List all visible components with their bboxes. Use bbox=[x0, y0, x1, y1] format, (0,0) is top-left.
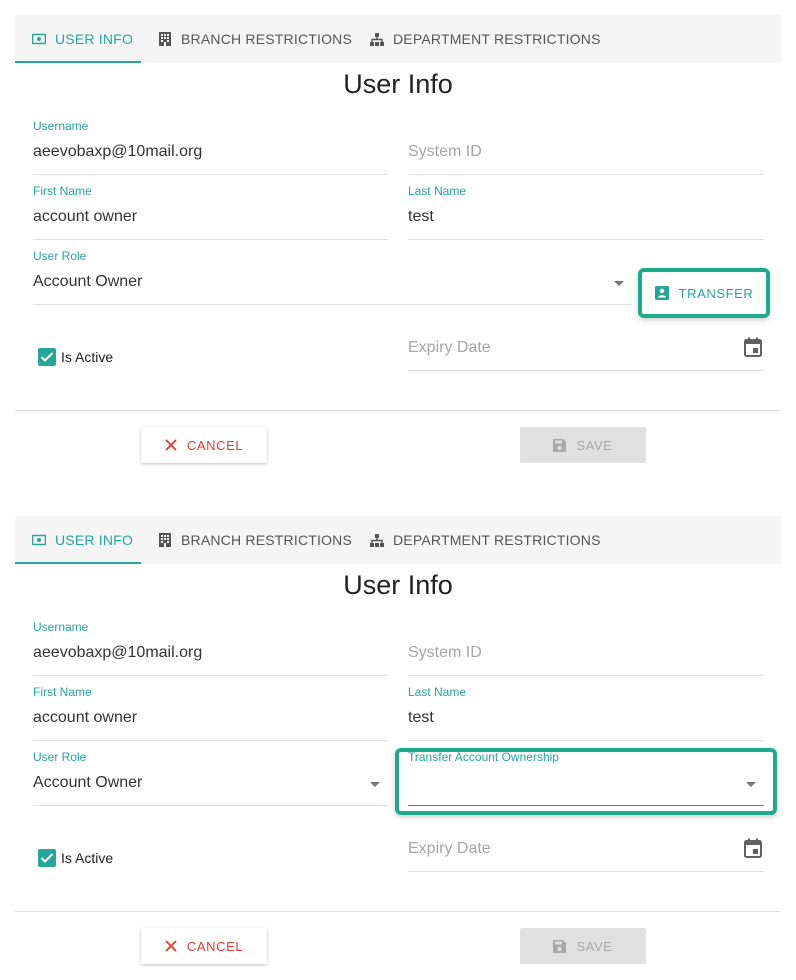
tab-bar: USER INFO BRANCH RESTRICTIONS DEPARTMENT… bbox=[15, 15, 781, 63]
tab-label: DEPARTMENT RESTRICTIONS bbox=[393, 31, 601, 47]
system-id-placeholder: System ID bbox=[408, 143, 482, 160]
user-role-value: Account Owner bbox=[33, 774, 143, 791]
last-name-value: test bbox=[408, 709, 434, 726]
dropdown-arrow-icon bbox=[614, 281, 624, 286]
tab-department-restrictions[interactable]: DEPARTMENT RESTRICTIONS bbox=[370, 15, 601, 63]
dropdown-arrow-icon bbox=[746, 782, 756, 787]
account-box-icon bbox=[654, 286, 669, 300]
transfer-label: TRANSFER bbox=[678, 285, 754, 301]
checkbox-checked-icon bbox=[38, 849, 56, 867]
is-active-checkbox[interactable]: Is Active bbox=[38, 348, 113, 366]
divider bbox=[15, 410, 781, 411]
cancel-button[interactable]: CANCEL bbox=[141, 928, 267, 964]
transfer-button[interactable]: TRANSFER bbox=[642, 272, 766, 314]
tab-label: BRANCH RESTRICTIONS bbox=[181, 532, 353, 548]
save-label: SAVE bbox=[576, 938, 613, 954]
last-name-label: Last Name bbox=[408, 685, 467, 699]
expiry-date-placeholder: Expiry Date bbox=[408, 339, 491, 356]
tab-user-info[interactable]: USER INFO bbox=[15, 15, 141, 63]
tab-branch-restrictions[interactable]: BRANCH RESTRICTIONS bbox=[158, 516, 352, 564]
is-active-label: Is Active bbox=[61, 349, 114, 365]
username-label: Username bbox=[33, 620, 89, 634]
tab-department-restrictions[interactable]: DEPARTMENT RESTRICTIONS bbox=[370, 516, 601, 564]
cancel-label: CANCEL bbox=[186, 938, 244, 954]
id-card-icon bbox=[32, 32, 46, 46]
page-title: User Info bbox=[343, 69, 453, 99]
user-role-value: Account Owner bbox=[33, 273, 143, 290]
user-role-label: User Role bbox=[33, 249, 87, 263]
close-icon bbox=[165, 439, 177, 451]
username-field[interactable]: Username aeevobaxp@10mail.org bbox=[33, 620, 388, 676]
save-label: SAVE bbox=[576, 437, 613, 453]
calendar-icon[interactable] bbox=[744, 337, 762, 362]
first-name-field[interactable]: First Name account owner bbox=[33, 685, 388, 741]
expiry-date-field[interactable]: Expiry Date bbox=[408, 816, 764, 872]
last-name-field[interactable]: Last Name test bbox=[408, 685, 764, 741]
expiry-date-field[interactable]: Expiry Date bbox=[408, 315, 764, 371]
first-name-value: account owner bbox=[33, 208, 138, 225]
username-label: Username bbox=[33, 119, 89, 133]
system-id-placeholder: System ID bbox=[408, 644, 482, 661]
id-card-icon bbox=[32, 533, 46, 547]
user-role-select[interactable]: User Role Account Owner bbox=[33, 750, 388, 806]
tab-label: USER INFO bbox=[55, 532, 134, 548]
first-name-label: First Name bbox=[33, 184, 92, 198]
cancel-button[interactable]: CANCEL bbox=[141, 427, 267, 463]
last-name-value: test bbox=[408, 208, 434, 225]
save-button[interactable]: SAVE bbox=[520, 427, 646, 463]
close-icon bbox=[165, 940, 177, 952]
building-icon bbox=[158, 533, 172, 547]
sitemap-icon bbox=[370, 533, 384, 547]
tab-bar: USER INFO BRANCH RESTRICTIONS DEPARTMENT… bbox=[15, 516, 781, 564]
cancel-label: CANCEL bbox=[186, 437, 244, 453]
tab-user-info[interactable]: USER INFO bbox=[15, 516, 141, 564]
tab-label: DEPARTMENT RESTRICTIONS bbox=[393, 532, 601, 548]
username-value: aeevobaxp@10mail.org bbox=[33, 644, 203, 661]
tab-label: USER INFO bbox=[55, 31, 134, 47]
building-icon bbox=[158, 32, 172, 46]
first-name-label: First Name bbox=[33, 685, 92, 699]
is-active-label: Is Active bbox=[61, 850, 114, 866]
tab-branch-restrictions[interactable]: BRANCH RESTRICTIONS bbox=[158, 15, 352, 63]
last-name-label: Last Name bbox=[408, 184, 467, 198]
last-name-field[interactable]: Last Name test bbox=[408, 184, 764, 240]
transfer-ownership-select[interactable]: Transfer Account Ownership bbox=[408, 750, 764, 806]
save-icon bbox=[553, 939, 567, 953]
calendar-icon[interactable] bbox=[744, 838, 762, 863]
system-id-field[interactable]: System ID bbox=[408, 119, 764, 175]
dropdown-arrow-icon bbox=[370, 782, 380, 787]
user-info-panel-before: USER INFO BRANCH RESTRICTIONS DEPARTMENT… bbox=[15, 15, 781, 485]
divider bbox=[15, 911, 781, 912]
username-field[interactable]: Username aeevobaxp@10mail.org bbox=[33, 119, 388, 175]
tab-label: BRANCH RESTRICTIONS bbox=[181, 31, 353, 47]
user-info-panel-after: USER INFO BRANCH RESTRICTIONS DEPARTMENT… bbox=[15, 516, 781, 980]
sitemap-icon bbox=[370, 32, 384, 46]
checkbox-checked-icon bbox=[38, 348, 56, 366]
system-id-field[interactable]: System ID bbox=[408, 620, 764, 676]
user-role-select[interactable]: User Role Account Owner bbox=[33, 249, 632, 305]
save-icon bbox=[553, 438, 567, 452]
first-name-value: account owner bbox=[33, 709, 138, 726]
expiry-date-placeholder: Expiry Date bbox=[408, 840, 491, 857]
save-button[interactable]: SAVE bbox=[520, 928, 646, 964]
is-active-checkbox[interactable]: Is Active bbox=[38, 849, 113, 867]
page-title: User Info bbox=[343, 570, 453, 600]
transfer-ownership-label: Transfer Account Ownership bbox=[408, 750, 559, 764]
user-role-label: User Role bbox=[33, 750, 87, 764]
first-name-field[interactable]: First Name account owner bbox=[33, 184, 388, 240]
username-value: aeevobaxp@10mail.org bbox=[33, 143, 203, 160]
